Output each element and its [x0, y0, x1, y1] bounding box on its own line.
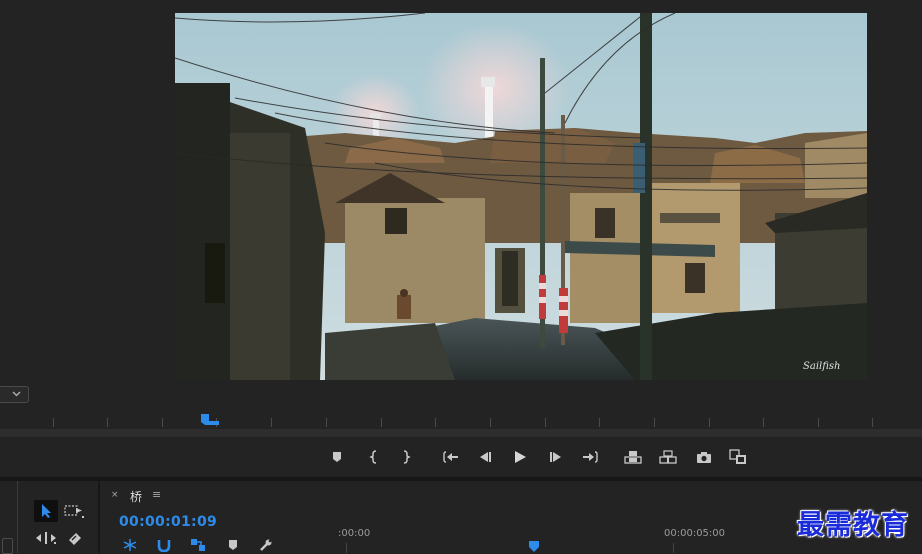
ruler-tick [872, 418, 873, 427]
add-marker-button[interactable] [326, 445, 348, 469]
play-icon [515, 451, 526, 463]
snap-icon [123, 539, 137, 551]
razor-icon [69, 533, 81, 545]
video-signature: Sailfish [803, 361, 840, 372]
ruler-label-start: :00:00 [338, 528, 371, 539]
video-frame: Sailfish [175, 13, 867, 380]
chevron-down-icon [12, 391, 21, 397]
ruler-tick [381, 418, 382, 427]
ruler-tick [271, 418, 272, 427]
program-monitor: Sailfish [0, 0, 922, 477]
monitor-playhead[interactable] [200, 413, 220, 427]
ruler-tick [490, 418, 491, 427]
magnet-icon [157, 540, 171, 552]
marker-icon [333, 452, 341, 462]
ruler-tick [326, 418, 327, 427]
linked-selection-button[interactable] [189, 537, 207, 553]
monitor-time-ruler[interactable] [0, 414, 922, 428]
track-select-icon [64, 505, 84, 518]
nest-toggle-button[interactable] [121, 537, 139, 553]
camera-icon [697, 452, 711, 463]
track-select-tool[interactable] [63, 500, 87, 522]
transport-controls [0, 445, 922, 471]
go-to-in-button[interactable] [440, 445, 462, 469]
step-back-button[interactable] [474, 445, 496, 469]
ruler-tick [709, 418, 710, 427]
wrench-icon [260, 539, 272, 551]
extract-icon [659, 450, 677, 464]
ruler-tick [545, 418, 546, 427]
add-marker-timeline-button[interactable] [224, 537, 242, 553]
export-frame-button[interactable] [693, 445, 715, 469]
marker-icon [229, 540, 237, 550]
step-forward-button[interactable] [545, 445, 567, 469]
sequence-tab[interactable]: 桥 [130, 488, 142, 505]
ruler-tick [654, 418, 655, 427]
monitor-zoom-scrollbar[interactable] [0, 429, 922, 437]
linked-selection-icon [191, 539, 205, 551]
playhead-timecode[interactable]: 00:00:01:09 [119, 514, 217, 530]
ripple-edit-tool[interactable] [34, 527, 58, 549]
panel-menu-icon[interactable]: ≡ [152, 488, 161, 501]
village-scene-image: Sailfish [175, 13, 867, 380]
panel-edge-handle[interactable] [2, 538, 13, 554]
mark-out-button[interactable] [395, 445, 417, 469]
zoom-level-dropdown[interactable] [0, 386, 29, 403]
mark-out-icon [403, 450, 411, 464]
arrow-icon [42, 504, 51, 518]
lift-icon [624, 451, 642, 464]
mark-in-button[interactable] [363, 445, 385, 469]
ruler-tick [435, 418, 436, 427]
watermark-text: 最需教育 [797, 510, 909, 541]
timeline-ruler-tick [346, 543, 347, 553]
snap-button[interactable] [155, 537, 173, 553]
extract-button[interactable] [657, 445, 679, 469]
timeline-playhead[interactable] [528, 540, 540, 553]
play-button[interactable] [509, 445, 531, 469]
timeline-ruler-tick [673, 543, 674, 553]
panel-edge [0, 481, 18, 554]
close-tab-button[interactable]: × [111, 490, 119, 500]
comparison-view-button[interactable] [727, 445, 749, 469]
ruler-tick [107, 418, 108, 427]
tools-panel [0, 481, 100, 554]
go-to-out-button[interactable] [579, 445, 601, 469]
go-to-in-icon [443, 451, 458, 463]
ripple-edit-icon [36, 532, 56, 544]
ruler-tick [162, 418, 163, 427]
timeline-settings-button[interactable] [257, 537, 275, 553]
razor-tool[interactable] [63, 527, 87, 549]
lift-button[interactable] [622, 445, 644, 469]
ruler-label-5s: 00:00:05:00 [664, 528, 726, 539]
mark-in-icon [369, 450, 377, 464]
comparison-view-icon [729, 449, 746, 464]
selection-tool[interactable] [34, 500, 58, 522]
ruler-tick [599, 418, 600, 427]
go-to-out-icon [583, 451, 598, 463]
step-back-icon [480, 452, 491, 462]
ruler-tick [763, 418, 764, 427]
ruler-tick [818, 418, 819, 427]
step-forward-icon [550, 452, 561, 462]
ruler-tick [53, 418, 54, 427]
